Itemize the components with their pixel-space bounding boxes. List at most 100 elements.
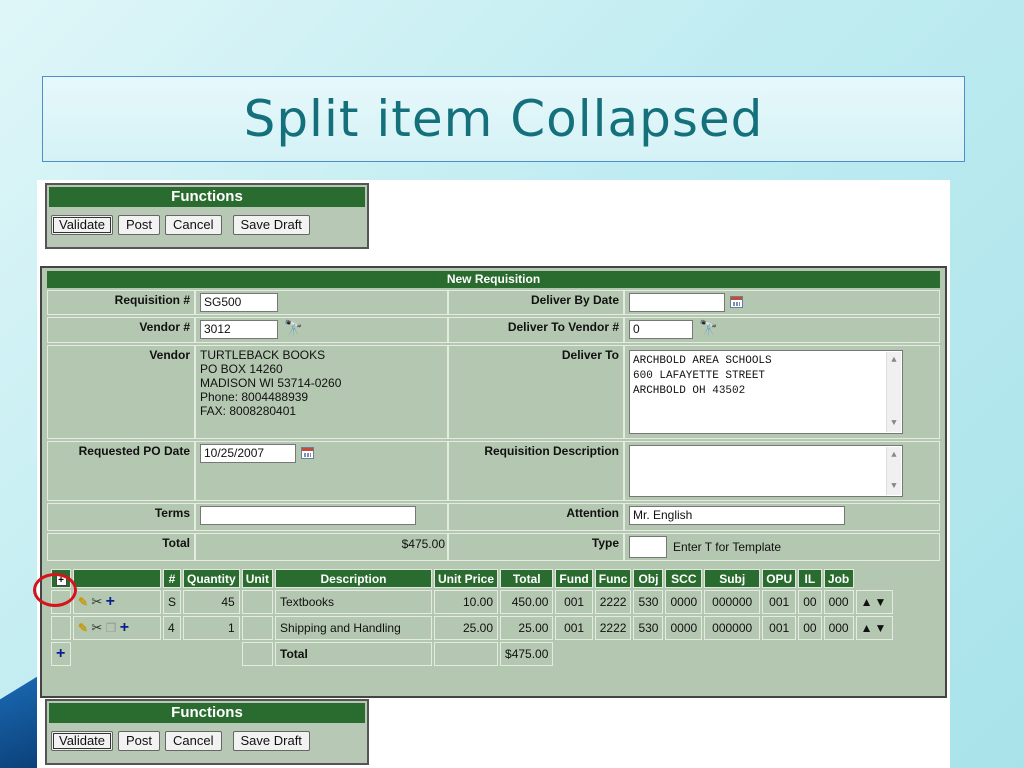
requested-po-date-input[interactable]: 10/25/2007: [200, 444, 296, 463]
deliver-to-textarea[interactable]: ARCHBOLD AREA SCHOOLS 600 LAFAYETTE STRE…: [629, 350, 903, 434]
row-spacer: [51, 616, 71, 640]
plus-icon[interactable]: +: [120, 619, 129, 636]
cancel-button[interactable]: Cancel: [165, 215, 222, 235]
vendor-fax: FAX: 8008280401: [200, 404, 297, 418]
col-header: Fund: [555, 569, 593, 588]
save-draft-button[interactable]: Save Draft: [232, 731, 310, 751]
row-spacer: [434, 642, 499, 666]
attention-input[interactable]: Mr. English: [629, 506, 845, 525]
line-scc: 0000: [665, 616, 703, 640]
deliver-to-line: 600 LAFAYETTE STREET: [633, 370, 766, 382]
col-header: #: [163, 569, 182, 588]
deliver-to-vendor-number-label: Deliver To Vendor #: [448, 317, 624, 343]
vendor-address-line: MADISON WI 53714-0260: [200, 376, 342, 390]
highlight-circle: [33, 573, 77, 607]
col-header: Quantity: [183, 569, 240, 588]
total-value: $475.00: [195, 533, 448, 561]
validate-button[interactable]: Validate: [51, 215, 114, 235]
post-button[interactable]: Post: [118, 215, 161, 235]
validate-button[interactable]: Validate: [51, 731, 114, 751]
scissors-icon[interactable]: ✂: [91, 594, 102, 609]
row-spacer: [241, 642, 274, 666]
functions-panel-top: Functions Validate Post Cancel Save Draf…: [45, 183, 369, 249]
calendar-icon[interactable]: [301, 447, 314, 459]
copy-icon[interactable]: ❐: [106, 621, 117, 635]
slide-title: Split item Collapsed: [243, 90, 764, 148]
requisition-description-label: Requisition Description: [448, 441, 624, 501]
type-hint: Enter T for Template: [673, 540, 782, 554]
deliver-to-vendor-number-input[interactable]: 0: [629, 320, 693, 339]
line-unit: [241, 616, 274, 640]
requisition-title: New Requisition: [47, 271, 940, 288]
scissors-icon[interactable]: ✂: [91, 620, 102, 635]
line-description: Textbooks: [275, 590, 433, 614]
line-unit: [241, 590, 274, 614]
line-unit-price: 25.00: [434, 616, 499, 640]
line-total: 450.00: [500, 590, 554, 614]
line-total: 25.00: [500, 616, 554, 640]
vendor-address: TURTLEBACK BOOKS PO BOX 14260 MADISON WI…: [195, 345, 448, 439]
col-header: Unit: [241, 569, 274, 588]
line-job: 000: [823, 616, 854, 640]
pencil-icon[interactable]: ✎: [78, 621, 88, 635]
requisition-number-input[interactable]: SG500: [200, 293, 278, 312]
line-subj: 000000: [704, 590, 761, 614]
up-down-arrows-icon[interactable]: ▲▼: [855, 616, 894, 640]
row-spacer: [555, 642, 893, 666]
row-tools: ✎ ✂ ❐ +: [73, 616, 161, 640]
requested-po-date-label: Requested PO Date: [47, 441, 195, 501]
type-input[interactable]: [629, 536, 667, 558]
line-il: 00: [798, 616, 822, 640]
line-obj: 530: [633, 616, 664, 640]
vendor-label: Vendor: [47, 345, 195, 439]
save-draft-button[interactable]: Save Draft: [232, 215, 310, 235]
line-job: 000: [823, 590, 854, 614]
deliver-by-date-label: Deliver By Date: [448, 290, 624, 315]
vendor-number-input[interactable]: 3012: [200, 320, 278, 339]
add-line-plus-icon[interactable]: +: [56, 645, 65, 662]
add-line-cell: +: [51, 642, 71, 666]
attention-label: Attention: [448, 503, 624, 531]
requisition-number-label: Requisition #: [47, 290, 195, 315]
line-fund: 001: [555, 616, 593, 640]
total-label: Total: [47, 533, 195, 561]
vendor-phone: Phone: 8004488939: [200, 390, 309, 404]
calendar-icon[interactable]: [730, 296, 743, 308]
deliver-by-date-input[interactable]: [629, 293, 725, 312]
requisition-form: New Requisition Requisition # SG500 Deli…: [40, 266, 947, 698]
app-screenshot: Functions Validate Post Cancel Save Draf…: [37, 180, 950, 768]
col-header: Unit Price: [434, 569, 499, 588]
line-quantity: 1: [183, 616, 240, 640]
line-fund: 001: [555, 590, 593, 614]
table-row: ✎ ✂ ❐ + 4 1 Shipping and Handling 25.00 …: [51, 616, 894, 640]
binoculars-icon[interactable]: 🔭: [699, 320, 718, 338]
textarea-scrollbar[interactable]: ▲ ▼: [886, 352, 901, 432]
line-items-header-row: + # Quantity Unit Description Unit Price…: [51, 569, 893, 588]
terms-input[interactable]: [200, 506, 416, 525]
cancel-button[interactable]: Cancel: [165, 731, 222, 751]
post-button[interactable]: Post: [118, 731, 161, 751]
table-row: ✎ ✂ + S 45 Textbooks 10.00 450.00 001 22…: [51, 590, 894, 614]
functions-title: Functions: [49, 703, 365, 723]
move-header: [856, 569, 894, 588]
functions-title: Functions: [49, 187, 365, 207]
up-down-arrows-icon[interactable]: ▲▼: [855, 590, 894, 614]
line-scc: 0000: [665, 590, 703, 614]
textarea-scrollbar[interactable]: ▲ ▼: [886, 447, 901, 495]
row-tools: ✎ ✂ +: [73, 590, 161, 614]
vendor-address-line: PO BOX 14260: [200, 362, 283, 376]
col-header: SCC: [665, 569, 703, 588]
pencil-icon[interactable]: ✎: [78, 595, 88, 609]
requisition-description-textarea[interactable]: ▲ ▼: [629, 445, 903, 497]
type-label: Type: [448, 533, 624, 561]
tools-header: [73, 569, 161, 588]
line-unit-price: 10.00: [434, 590, 499, 614]
col-header: Total: [500, 569, 554, 588]
slide-title-box: Split item Collapsed: [42, 76, 965, 162]
col-header: Job: [823, 569, 854, 588]
row-spacer: [73, 642, 240, 666]
binoculars-icon[interactable]: 🔭: [284, 320, 303, 338]
line-items-table: + # Quantity Unit Description Unit Price…: [49, 567, 895, 668]
line-items-total-label: Total: [275, 642, 433, 666]
plus-icon[interactable]: +: [106, 593, 115, 610]
